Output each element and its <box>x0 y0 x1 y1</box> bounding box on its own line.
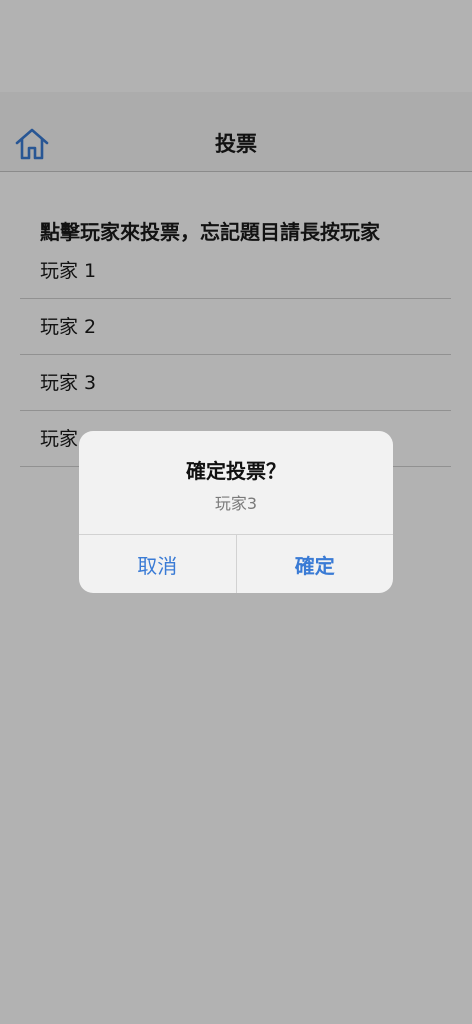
cancel-button[interactable]: 取消 <box>79 535 237 593</box>
confirm-vote-dialog: 確定投票？ 玩家3 取消 確定 <box>79 431 393 593</box>
dialog-button-row: 取消 確定 <box>79 534 393 593</box>
dialog-message: 玩家3 <box>214 494 258 513</box>
confirm-button[interactable]: 確定 <box>237 535 394 593</box>
dialog-title: 確定投票？ <box>186 459 286 483</box>
